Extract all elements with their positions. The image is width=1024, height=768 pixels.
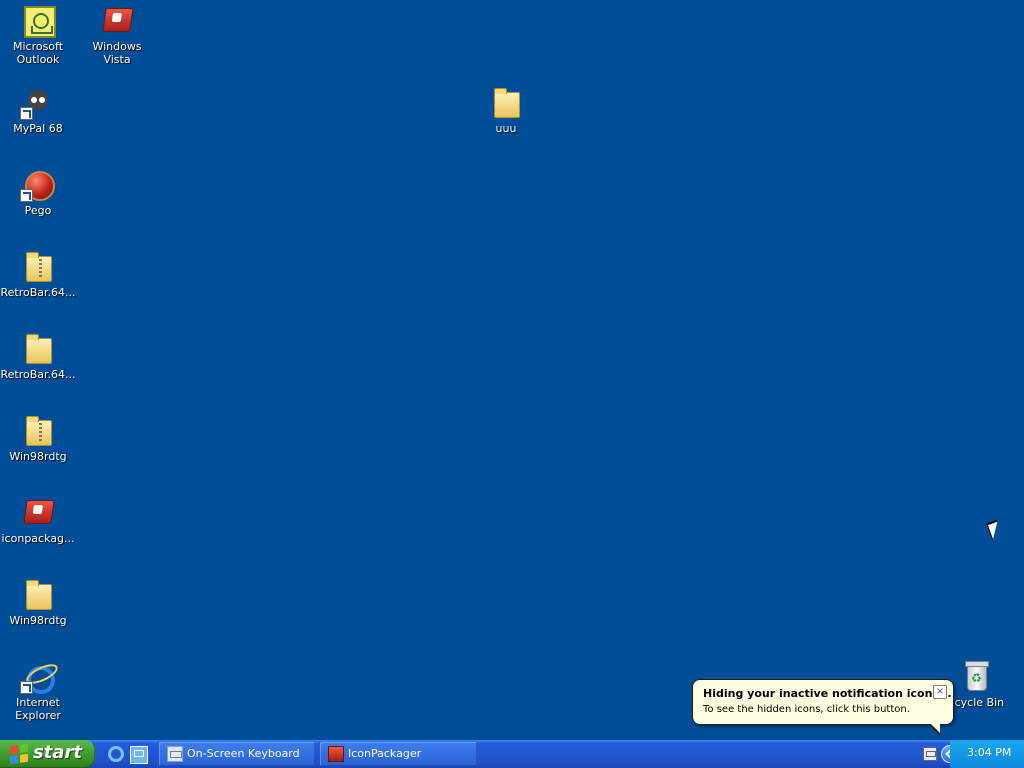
iconpackager-icon — [22, 496, 55, 528]
taskbar-button-label: On-Screen Keyboard — [187, 747, 300, 760]
notification-text: To see the hidden icons, click this butt… — [703, 704, 910, 715]
quick-launch — [108, 744, 153, 764]
mail-icon[interactable] — [130, 746, 148, 764]
desktop-icon-label: uuu — [495, 122, 517, 135]
iconpackager-icon — [328, 746, 344, 762]
folder-icon — [22, 578, 54, 610]
keyboard-icon[interactable] — [923, 747, 937, 761]
desktop-icon-iconpackager[interactable]: iconpackag... — [0, 496, 76, 545]
desktop-icon-mypal-68[interactable]: MyPal 68 — [0, 86, 76, 135]
outlook-icon — [22, 4, 56, 38]
taskbar-button-iconpackager[interactable]: IconPackager — [320, 742, 477, 766]
desktop-icon-retrobar-1[interactable]: RetroBar.64... — [0, 250, 76, 299]
desktop-icon-label: Windows Vista — [92, 40, 142, 66]
compressed-folder-icon — [22, 414, 54, 446]
desktop-icon-label: Internet Explorer — [15, 696, 61, 722]
close-icon[interactable]: × — [933, 685, 947, 699]
desktop-icon-microsoft-outlook[interactable]: Microsoft Outlook — [0, 4, 76, 66]
notification-balloon[interactable]: Hiding your inactive notification icons.… — [692, 679, 954, 736]
pego-icon — [20, 168, 55, 202]
internet-explorer-icon — [20, 660, 55, 694]
desktop-icon-label: RetroBar.64... — [0, 286, 76, 299]
desktop-icon-win98rdtg-folder[interactable]: Win98rdtg — [0, 578, 76, 627]
windows-logo-icon — [10, 743, 28, 765]
desktop-icon-pego[interactable]: Pego — [0, 168, 76, 217]
system-tray: 3:04 PM — [950, 740, 1024, 768]
compressed-folder-icon — [22, 250, 54, 282]
folder-icon — [22, 332, 54, 364]
mypal-icon — [20, 86, 54, 120]
desktop-icon-label: RetroBar.64... — [0, 368, 76, 381]
notification-title: Hiding your inactive notification icons.… — [703, 687, 952, 700]
taskbar-button-label: IconPackager — [348, 747, 422, 760]
desktop-icon-label: Pego — [24, 204, 52, 217]
keyboard-icon — [167, 746, 183, 762]
desktop-icon-label: MyPal 68 — [13, 122, 63, 135]
desktop-icon-label: Win98rdtg — [9, 450, 67, 463]
taskbar-button-on-screen-keyboard[interactable]: On-Screen Keyboard — [159, 742, 315, 766]
desktop-icon-label: iconpackag... — [1, 532, 75, 545]
taskbar: start On-Screen Keyboard IconPackager 3:… — [0, 740, 1024, 768]
desktop-icon-windows-vista[interactable]: Windows Vista — [79, 4, 155, 66]
start-label: start — [33, 742, 82, 763]
start-button[interactable]: start — [0, 740, 95, 768]
internet-explorer-icon[interactable] — [108, 746, 124, 762]
desktop-icon-retrobar-2[interactable]: RetroBar.64... — [0, 332, 76, 381]
clock: 3:04 PM — [967, 746, 1012, 759]
folder-icon — [490, 86, 522, 118]
desktop-icon-label: Win98rdtg — [9, 614, 67, 627]
desktop-icon-label: Microsoft Outlook — [12, 40, 64, 66]
mouse-cursor-icon — [986, 519, 1004, 541]
notification-pointer — [928, 723, 940, 736]
desktop-icon-internet-explorer[interactable]: Internet Explorer — [0, 660, 76, 722]
windows-vista-icon — [101, 4, 134, 36]
recycle-bin-icon — [960, 660, 992, 692]
desktop-icon-uuu[interactable]: uuu — [468, 86, 544, 135]
desktop-icon-win98rdtg-zip[interactable]: Win98rdtg — [0, 414, 76, 463]
